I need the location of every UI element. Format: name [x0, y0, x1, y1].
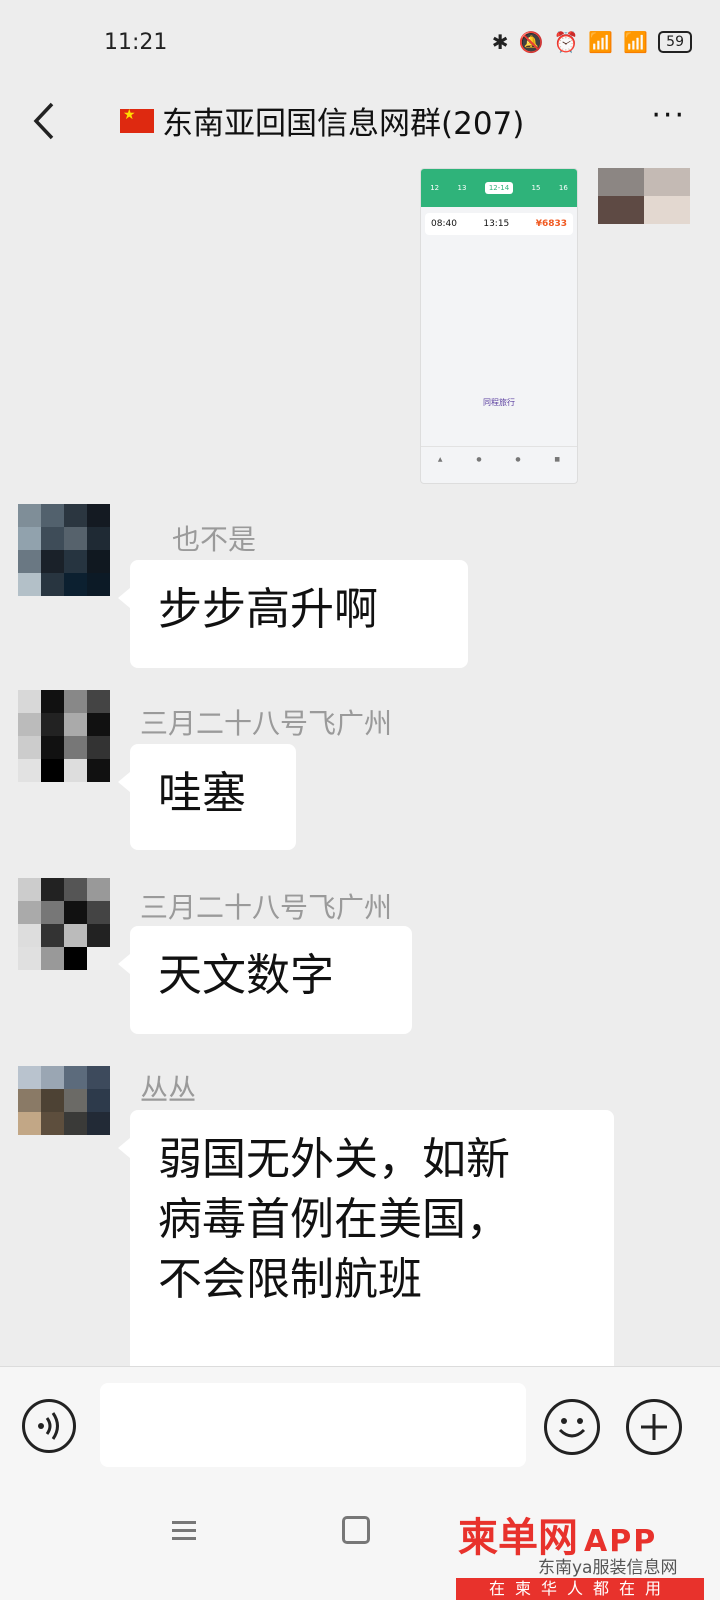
- message-text-line: 病毒首例在美国，: [158, 1194, 510, 1245]
- image-date: 12: [430, 184, 440, 192]
- watermark-slogan: 在柬华人都在用: [456, 1578, 704, 1600]
- message-text-line: 不会限制航班: [158, 1254, 422, 1305]
- message-text: 哇塞: [158, 768, 246, 819]
- image-date-tabs: 12 13 12-14 15 16: [421, 169, 577, 207]
- message-bubble[interactable]: 弱国无外关，如新 病毒首例在美国， 不会限制航班: [118, 1110, 614, 1366]
- alarm-icon: ⏰: [553, 30, 579, 54]
- message-bubble[interactable]: 天文数字: [118, 926, 412, 1034]
- emoji-icon: [558, 1418, 586, 1438]
- signal-icon: 📶: [588, 30, 614, 54]
- watermark-source: 东南ya服装信息网: [538, 1558, 678, 1578]
- more-options-button[interactable]: ···: [651, 98, 686, 133]
- image-date-selected: 12-14: [484, 182, 514, 194]
- input-bar: [0, 1366, 720, 1485]
- group-title: 东南亚回国信息网群(207): [162, 106, 525, 142]
- message-text: 步步高升啊: [158, 584, 378, 635]
- image-brand: 同程旅行: [483, 398, 515, 407]
- image-date: 13: [457, 184, 467, 192]
- plus-button[interactable]: [626, 1399, 682, 1455]
- voice-button[interactable]: [22, 1399, 76, 1453]
- battery-icon: 59: [658, 31, 692, 53]
- message-text-line: 弱国无外关，如新: [158, 1134, 510, 1185]
- image-date: 16: [558, 184, 568, 192]
- image-flight-card: 08:40 13:15 ¥6833: [425, 213, 573, 235]
- title-wrap: 东南亚回国信息网群(207): [120, 98, 524, 143]
- china-flag-icon: [120, 107, 154, 133]
- avatar-sender[interactable]: [18, 690, 110, 782]
- avatar-sender[interactable]: [18, 1066, 110, 1138]
- voice-icon: [38, 1412, 59, 1440]
- avatar-sender[interactable]: [18, 878, 110, 970]
- avatar-self[interactable]: [598, 168, 690, 224]
- back-chevron-icon: [33, 102, 54, 140]
- image-bottom-tabs: ▲ ● ● ■: [421, 446, 577, 471]
- signal-4g-icon: 📶: [623, 30, 649, 54]
- status-time: 11:21: [104, 30, 168, 55]
- message-input[interactable]: [100, 1383, 526, 1467]
- sender-name: 三月二十八号飞广州: [140, 707, 393, 740]
- chat-header: 东南亚回国信息网群(207) ···: [0, 88, 720, 158]
- home-icon[interactable]: [342, 1516, 370, 1544]
- battery-level: 59: [666, 34, 684, 50]
- sender-name: 丛丛: [140, 1073, 197, 1106]
- image-price: ¥6833: [535, 219, 567, 229]
- message-bubble[interactable]: 步步高升啊: [118, 560, 468, 668]
- menu-icon[interactable]: [172, 1516, 196, 1545]
- mute-icon: 🔕: [518, 30, 544, 54]
- avatar-sender[interactable]: [18, 504, 110, 596]
- image-message-flight-screenshot[interactable]: 12 13 12-14 15 16 08:40 13:15 ¥6833 同程旅行…: [420, 168, 578, 484]
- image-date: 15: [531, 184, 541, 192]
- sender-name: 三月二十八号飞广州: [140, 891, 393, 924]
- status-bar: 11:21 ✱ 🔕 ⏰ 📶 📶 59: [0, 0, 720, 88]
- status-icons: ✱ 🔕 ⏰ 📶 📶 59: [492, 30, 692, 54]
- plus-icon: [641, 1414, 667, 1440]
- image-arrive-time: 13:15: [483, 219, 510, 229]
- back-button[interactable]: [26, 96, 66, 146]
- emoji-button[interactable]: [544, 1399, 600, 1455]
- bluetooth-icon: ✱: [491, 30, 509, 54]
- message-bubble[interactable]: 哇塞: [118, 744, 296, 850]
- message-text: 天文数字: [158, 950, 334, 1001]
- sender-name: 也不是: [172, 523, 257, 556]
- image-depart-time: 08:40: [431, 219, 457, 229]
